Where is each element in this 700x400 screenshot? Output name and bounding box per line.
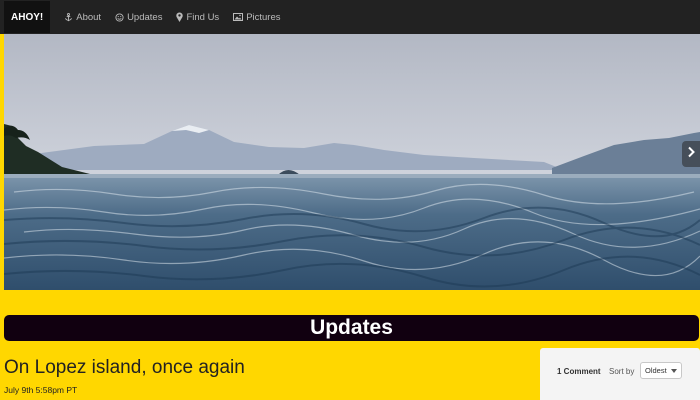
nav-item-find-us[interactable]: Find Us bbox=[176, 12, 219, 23]
picture-icon bbox=[233, 13, 244, 21]
comment-count[interactable]: 1 Comment bbox=[557, 367, 601, 376]
nav-item-updates[interactable]: Updates bbox=[115, 12, 162, 23]
map-marker-icon bbox=[176, 12, 184, 22]
sort-dropdown[interactable]: Oldest bbox=[640, 362, 682, 379]
section-heading: Updates bbox=[4, 315, 699, 341]
nav-item-label: Pictures bbox=[246, 11, 281, 23]
nav-item-label: Find Us bbox=[186, 11, 220, 23]
post-date: July 9th 5:58pm PT bbox=[4, 385, 78, 395]
nav-item-label: Updates bbox=[127, 11, 163, 23]
comments-panel: 1 Comment Sort by Oldest bbox=[540, 348, 700, 400]
navbar: AHOY! About Updates Find Us Pictures bbox=[0, 0, 700, 34]
caret-down-icon bbox=[670, 366, 677, 375]
photo-carousel bbox=[4, 34, 700, 290]
sort-selected-value: Oldest bbox=[645, 366, 667, 375]
nav-item-label: About bbox=[76, 11, 102, 23]
brand-link[interactable]: AHOY! bbox=[4, 1, 51, 33]
nav-item-about[interactable]: About bbox=[64, 12, 101, 23]
nav-item-pictures[interactable]: Pictures bbox=[233, 11, 281, 23]
seascape-photo bbox=[4, 34, 700, 290]
carousel-next-button[interactable] bbox=[682, 141, 700, 167]
anchor-icon bbox=[64, 12, 73, 22]
sort-label: Sort by bbox=[609, 367, 635, 376]
smiley-icon bbox=[115, 12, 124, 22]
post-title: On Lopez island, once again bbox=[4, 357, 245, 378]
chevron-right-icon bbox=[687, 145, 695, 163]
